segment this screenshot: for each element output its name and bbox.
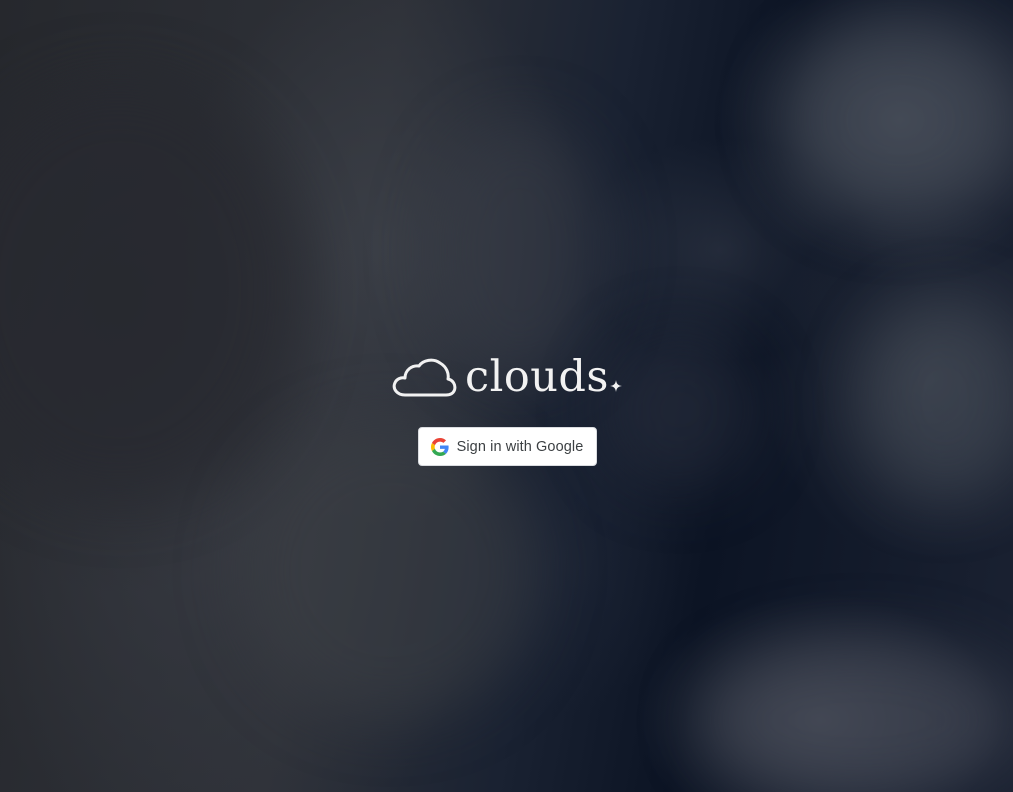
app-logo: clouds: [391, 352, 622, 404]
app-name: clouds: [464, 351, 609, 402]
sign-in-with-google-button[interactable]: Sign in with Google: [417, 427, 598, 466]
sparkle-icon: [610, 380, 622, 392]
login-panel: clouds Sign in with Google: [0, 352, 1013, 466]
cloud-icon: [392, 358, 457, 397]
sign-in-label: Sign in with Google: [456, 438, 584, 455]
google-icon: [430, 437, 449, 456]
